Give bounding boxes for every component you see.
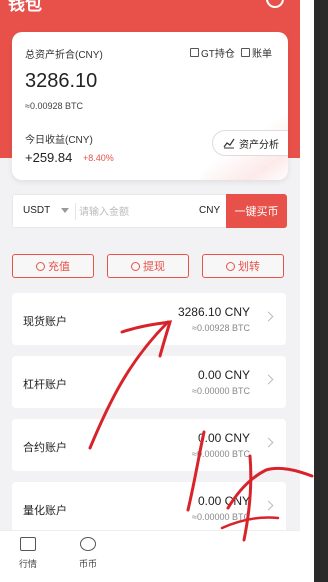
withdraw-button[interactable]: 提现 <box>107 254 189 278</box>
asset-analysis-label: 资产分析 <box>239 139 279 151</box>
tab-spot-label: 币币 <box>78 559 97 569</box>
account-label: 现货账户 <box>23 316 67 328</box>
today-profit-percent: +8.40% <box>83 153 114 163</box>
deposit-label: 充值 <box>48 261 70 273</box>
coin-select[interactable]: USDT <box>23 205 50 216</box>
quick-buy-button[interactable]: 一键买币 <box>226 194 287 228</box>
margin-account-row[interactable]: 杠杆账户 0.00 CNY ≈0.00000 BTC <box>12 356 286 408</box>
quick-buy-bar: USDT CNY 一键买币 <box>12 194 287 228</box>
bill-icon <box>241 48 250 57</box>
coins-icon <box>80 537 96 551</box>
market-chart-icon <box>20 537 36 551</box>
account-label: 量化账户 <box>23 505 67 517</box>
bill-label: 账单 <box>252 49 272 60</box>
page-title: 钱包 <box>8 0 42 14</box>
tab-spot[interactable]: 币币 <box>68 537 108 570</box>
futures-account-row[interactable]: 合约账户 0.00 CNY ≈0.00000 BTC <box>12 419 286 471</box>
gt-holdings-link[interactable]: GT持仓 <box>190 45 235 60</box>
today-profit-value: +259.84 <box>25 150 73 165</box>
chart-icon <box>223 138 235 149</box>
tab-market-label: 行情 <box>18 559 37 569</box>
total-assets-label: 总资产折合(CNY) <box>25 50 103 61</box>
deposit-icon <box>36 261 45 271</box>
currency-label: CNY <box>199 205 221 216</box>
bottom-tab-bar: 行情 币币 <box>0 530 300 582</box>
gt-icon <box>190 48 199 57</box>
asset-analysis-button[interactable]: 资产分析 <box>212 130 288 156</box>
account-value: 0.00 CNY <box>197 431 250 445</box>
transfer-icon <box>226 261 235 271</box>
asset-card: 总资产折合(CNY) GT持仓 账单 3286.10 ≈0.00928 BTC … <box>12 32 288 180</box>
account-btc-value: ≈0.00000 BTC <box>192 386 250 396</box>
total-assets-value: 3286.10 <box>25 70 98 92</box>
today-profit-label: 今日收益(CNY) <box>25 135 93 146</box>
account-value: 0.00 CNY <box>197 368 250 382</box>
amount-input[interactable] <box>79 202 189 222</box>
chevron-right-icon <box>263 311 274 322</box>
transfer-button[interactable]: 划转 <box>202 254 284 278</box>
account-label: 合约账户 <box>23 442 67 454</box>
chevron-right-icon <box>263 500 274 511</box>
tab-market[interactable]: 行情 <box>8 537 48 570</box>
account-btc-value: ≈0.00000 BTC <box>192 449 250 459</box>
account-label: 杠杆账户 <box>23 379 67 391</box>
quant-account-row[interactable]: 量化账户 0.00 CNY ≈0.00000 BTC <box>12 482 286 534</box>
deposit-button[interactable]: 充值 <box>12 254 94 278</box>
account-value: 3286.10 CNY <box>177 305 250 319</box>
account-btc-value: ≈0.00928 BTC <box>192 323 250 333</box>
account-btc-value: ≈0.00000 BTC <box>192 512 250 522</box>
transfer-label: 划转 <box>238 261 260 273</box>
chevron-right-icon <box>263 374 274 385</box>
divider <box>75 203 76 220</box>
screen-edge-dark <box>314 0 328 582</box>
total-btc-value: ≈0.00928 BTC <box>25 101 83 111</box>
caret-down-icon[interactable] <box>61 208 69 213</box>
account-value: 0.00 CNY <box>197 494 250 508</box>
bill-link[interactable]: 账单 <box>241 45 272 60</box>
spot-account-row[interactable]: 现货账户 3286.10 CNY ≈0.00928 BTC <box>12 293 286 345</box>
gt-holdings-label: GT持仓 <box>201 49 235 60</box>
withdraw-icon <box>131 261 140 271</box>
chevron-right-icon <box>263 437 274 448</box>
withdraw-label: 提现 <box>143 261 165 273</box>
